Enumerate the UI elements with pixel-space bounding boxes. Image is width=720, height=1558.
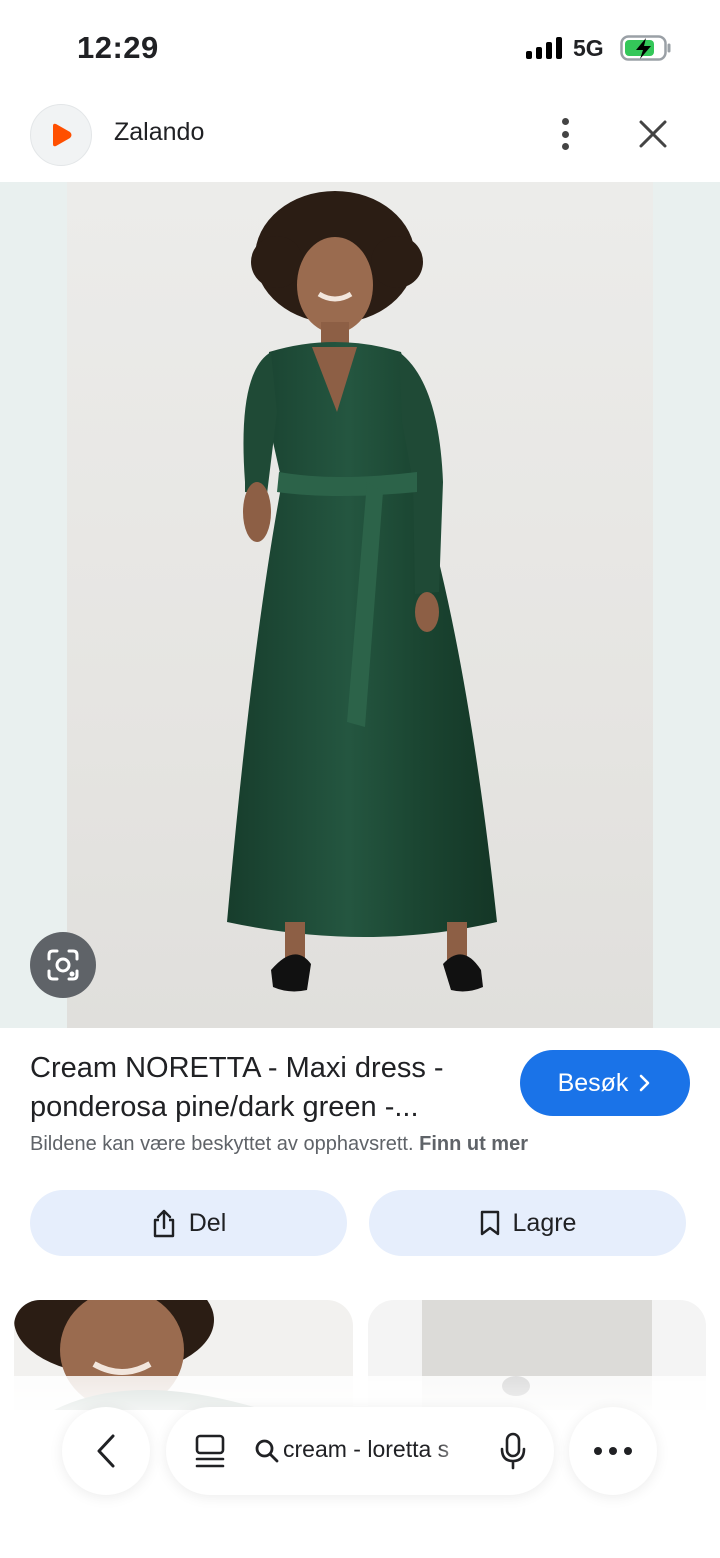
zalando-logo-icon[interactable] xyxy=(30,104,92,166)
chevron-right-icon xyxy=(640,1074,650,1092)
more-horizontal-icon[interactable] xyxy=(569,1407,657,1495)
search-query[interactable]: cream - loretta s xyxy=(283,1436,471,1463)
save-button[interactable]: Lagre xyxy=(369,1190,686,1256)
result-title-line-1: Cream NORETTA - Maxi dress - xyxy=(30,1052,444,1084)
visit-button[interactable]: Besøk xyxy=(520,1050,690,1116)
status-bar: 12:29 5G xyxy=(0,0,720,96)
share-icon xyxy=(153,1209,174,1238)
battery-charging-icon xyxy=(620,35,671,61)
app-header: Zalando xyxy=(0,96,720,182)
learn-more-link[interactable]: Finn ut mer xyxy=(419,1133,528,1155)
network-type: 5G xyxy=(573,35,604,61)
visit-button-label: Besøk xyxy=(557,1068,629,1097)
more-vertical-icon[interactable] xyxy=(548,114,582,154)
copyright-text: Bildene kan være beskyttet av opphavsret… xyxy=(30,1133,414,1155)
close-icon[interactable] xyxy=(633,114,673,154)
product-photo xyxy=(67,182,653,1028)
result-title[interactable]: Cream NORETTA - Maxi dress - ponderosa p… xyxy=(30,1049,500,1127)
bookmark-icon xyxy=(480,1210,499,1236)
search-bar[interactable]: cream - loretta s xyxy=(166,1407,554,1495)
tabs-icon[interactable] xyxy=(194,1433,226,1469)
share-button-label: Del xyxy=(188,1208,227,1237)
copyright-notice: Bildene kan være beskyttet av opphavsret… xyxy=(30,1133,528,1156)
search-icon xyxy=(255,1439,279,1463)
result-title-line-2: ponderosa pine/dark green -... xyxy=(30,1091,419,1123)
save-button-label: Lagre xyxy=(512,1208,577,1237)
status-time: 12:29 xyxy=(77,30,159,65)
signal-strength-icon xyxy=(526,37,564,59)
chevron-left-icon xyxy=(97,1434,115,1468)
mic-icon[interactable] xyxy=(500,1432,526,1470)
product-image-viewer[interactable] xyxy=(0,182,720,1028)
google-lens-icon[interactable] xyxy=(30,932,96,998)
site-name[interactable]: Zalando xyxy=(114,118,204,147)
back-button[interactable] xyxy=(62,1407,150,1495)
share-button[interactable]: Del xyxy=(30,1190,347,1256)
